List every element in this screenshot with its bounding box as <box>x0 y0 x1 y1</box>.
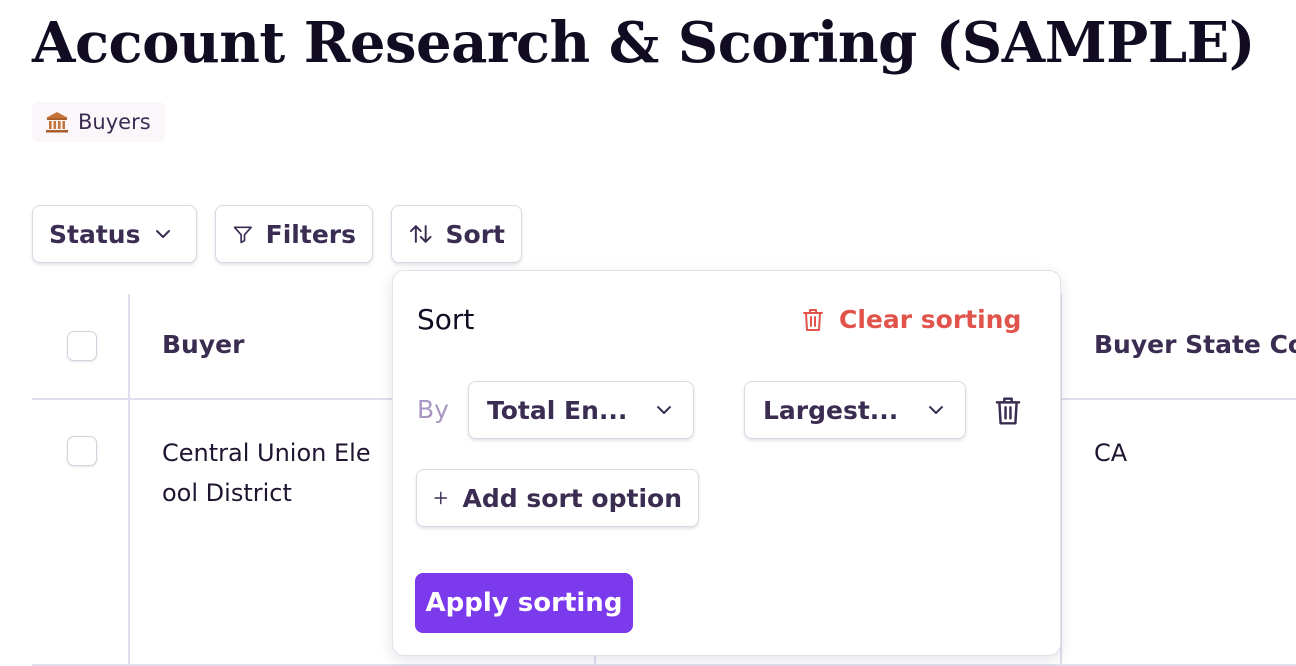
by-label: By <box>417 395 449 424</box>
sort-order-select[interactable]: Largest... <box>744 381 966 439</box>
clear-sorting-button[interactable]: Clear sorting <box>801 305 1021 334</box>
filters-button[interactable]: Filters <box>215 205 373 263</box>
sort-button[interactable]: Sort <box>391 205 522 263</box>
chevron-down-icon <box>657 406 671 414</box>
bank-icon <box>46 112 68 133</box>
add-sort-option-label: Add sort option <box>462 483 682 513</box>
sort-order-value: Largest... <box>763 395 899 425</box>
filter-icon <box>233 226 252 244</box>
sort-field-value: Total En... <box>487 395 628 425</box>
buyer-name-line: ool District <box>162 479 292 507</box>
clear-sorting-label: Clear sorting <box>839 305 1022 334</box>
remove-sort-trash-icon[interactable] <box>993 395 1023 427</box>
status-label: Status <box>49 219 141 249</box>
column-header-buyer-state[interactable]: Buyer State Co <box>1094 330 1296 359</box>
sort-popover: Sort Clear sorting By Total En... Larges… <box>392 270 1061 656</box>
buyer-state-cell: CA <box>1094 439 1128 467</box>
trash-icon <box>803 308 823 331</box>
tag-label: Buyers <box>78 110 151 134</box>
apply-sorting-button[interactable]: Apply sorting <box>415 573 633 633</box>
add-sort-option-button[interactable]: Add sort option <box>416 469 699 527</box>
buyer-cell: Central Union Ele ool District <box>162 433 371 513</box>
column-divider <box>128 294 130 666</box>
chevron-down-icon <box>929 406 943 414</box>
popover-title: Sort <box>417 303 475 336</box>
filters-label: Filters <box>265 219 356 249</box>
select-all-checkbox[interactable] <box>67 331 97 361</box>
status-dropdown[interactable]: Status <box>32 205 197 263</box>
page-title: Account Research & Scoring (SAMPLE) <box>32 10 1255 76</box>
buyer-name-line: Central Union Ele <box>162 439 371 467</box>
plus-icon <box>434 491 448 505</box>
row-checkbox[interactable] <box>67 436 97 466</box>
object-type-tag: Buyers <box>32 102 165 142</box>
column-header-buyer[interactable]: Buyer <box>162 330 244 359</box>
sort-field-select[interactable]: Total En... <box>468 381 694 439</box>
sort-arrows-icon <box>409 225 432 243</box>
row-divider <box>32 664 1296 666</box>
sort-label: Sort <box>445 219 505 249</box>
apply-sorting-label: Apply sorting <box>425 588 623 618</box>
chevron-down-icon <box>156 230 171 238</box>
